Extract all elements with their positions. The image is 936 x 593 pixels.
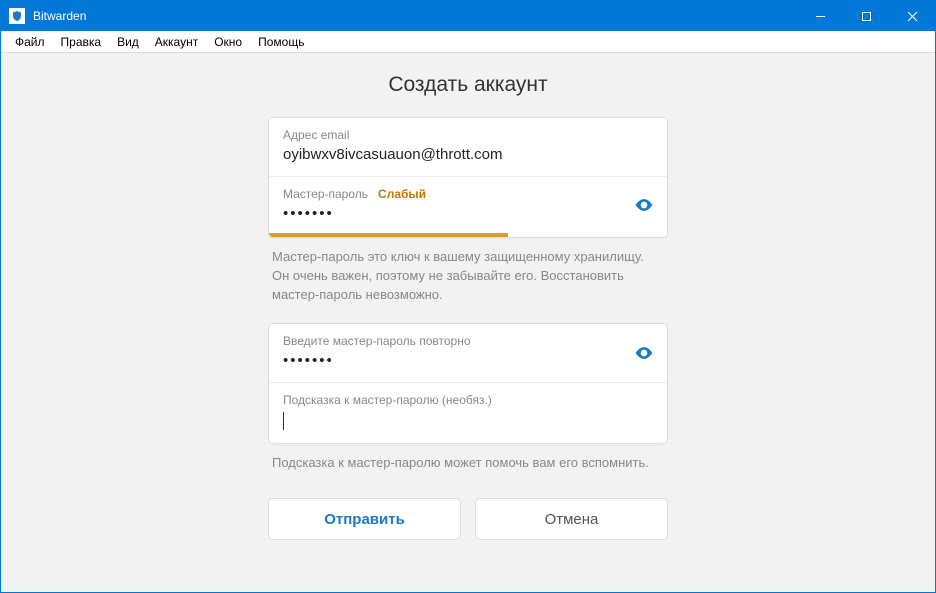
menu-help[interactable]: Помощь — [250, 33, 312, 51]
password-help-text: Мастер-пароль это ключ к вашему защищенн… — [268, 238, 668, 323]
menu-edit[interactable]: Правка — [53, 33, 110, 51]
app-icon — [9, 8, 25, 24]
password-input[interactable] — [283, 205, 653, 222]
email-input[interactable] — [283, 146, 653, 163]
close-button[interactable] — [889, 1, 935, 31]
password-strength-label: Слабый — [378, 187, 426, 201]
cancel-button-label: Отмена — [545, 511, 599, 528]
password-label: Мастер-пароль — [283, 187, 368, 201]
content-area: Создать аккаунт Адрес email Мастер-парол… — [1, 53, 935, 592]
menubar: Файл Правка Вид Аккаунт Окно Помощь — [1, 31, 935, 53]
window-controls — [797, 1, 935, 31]
cancel-button[interactable]: Отмена — [475, 498, 668, 540]
menu-window[interactable]: Окно — [206, 33, 250, 51]
hint-help-text: Подсказка к мастер-паролю может помочь в… — [268, 444, 668, 491]
hint-input[interactable] — [284, 412, 653, 430]
password-strength-bar — [269, 233, 667, 237]
toggle-confirm-visibility-button[interactable] — [633, 342, 655, 364]
hint-field-row: Подсказка к мастер-паролю (необяз.) — [269, 382, 667, 443]
eye-icon — [634, 343, 654, 363]
confirm-field-row: Введите мастер-пароль повторно — [269, 324, 667, 382]
menu-account[interactable]: Аккаунт — [147, 33, 206, 51]
email-field-row: Адрес email — [269, 118, 667, 176]
toggle-password-visibility-button[interactable] — [633, 194, 655, 216]
confirm-card: Введите мастер-пароль повторно Подсказка… — [268, 323, 668, 444]
maximize-button[interactable] — [843, 1, 889, 31]
credentials-card: Адрес email Мастер-пароль Слабый — [268, 117, 668, 238]
titlebar: Bitwarden — [1, 1, 935, 31]
minimize-button[interactable] — [797, 1, 843, 31]
submit-button-label: Отправить — [324, 511, 405, 528]
menu-view[interactable]: Вид — [109, 33, 147, 51]
confirm-password-input[interactable] — [283, 352, 653, 369]
button-row: Отправить Отмена — [268, 498, 668, 540]
confirm-label: Введите мастер-пароль повторно — [283, 334, 471, 348]
password-field-row: Мастер-пароль Слабый — [269, 176, 667, 233]
page-title: Создать аккаунт — [268, 73, 668, 97]
window-title: Bitwarden — [33, 9, 86, 23]
eye-icon — [634, 195, 654, 215]
hint-label: Подсказка к мастер-паролю (необяз.) — [283, 393, 492, 407]
menu-file[interactable]: Файл — [7, 33, 53, 51]
email-label: Адрес email — [283, 128, 349, 142]
submit-button[interactable]: Отправить — [268, 498, 461, 540]
